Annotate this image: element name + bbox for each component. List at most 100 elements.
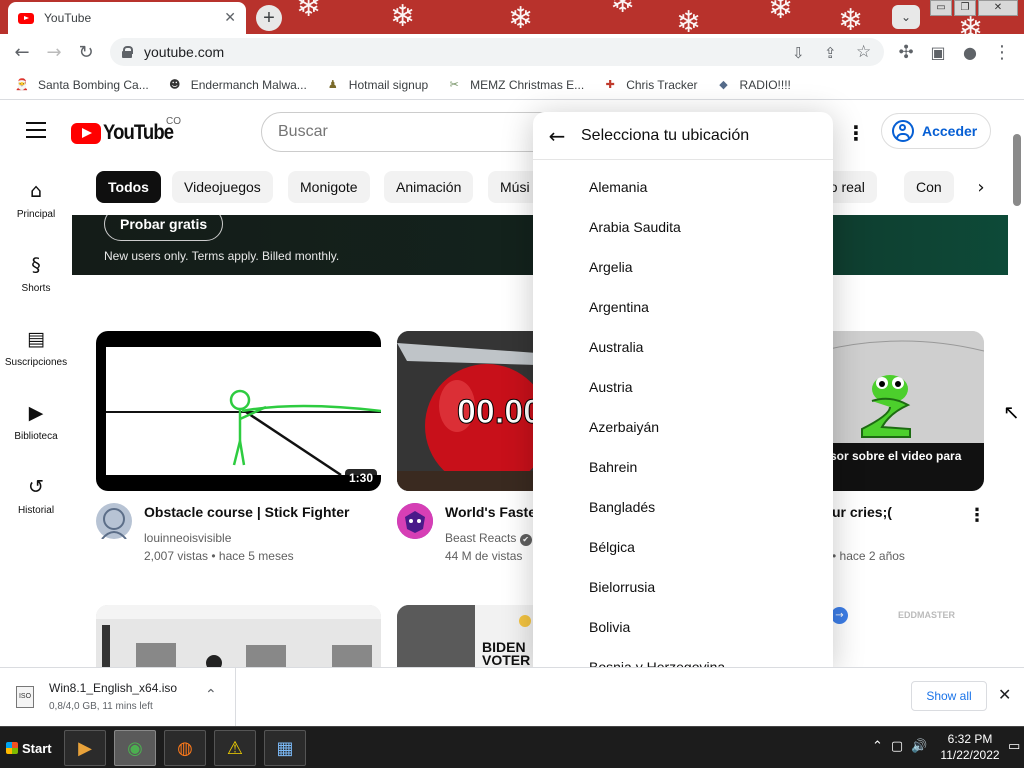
video-thumbnail[interactable]: BIDEN VOTER (397, 605, 537, 667)
close-window-button[interactable]: ✕ (978, 0, 1018, 16)
bookmark-item[interactable]: ♟ Hotmail signup (325, 77, 428, 93)
new-tab-button[interactable]: + (256, 5, 282, 31)
tab-search-button[interactable]: ⌄ (892, 5, 920, 29)
country-option[interactable]: Bolivia (589, 619, 630, 635)
country-option[interactable]: Alemania (589, 179, 647, 195)
tab-close-icon[interactable]: ✕ (224, 10, 236, 26)
country-option[interactable]: Austria (589, 379, 633, 395)
download-item[interactable]: ISO Win8.1_English_x64.iso 0,8/4,0 GB, 1… (0, 668, 236, 726)
gym-thumbnail-image (96, 605, 381, 667)
video-title[interactable]: World's Fastes (445, 504, 544, 520)
filter-chip[interactable]: Videojuegos (172, 171, 273, 203)
network-icon[interactable]: ▢ (891, 739, 903, 754)
install-app-icon[interactable]: ⇩ (792, 44, 805, 62)
address-bar[interactable]: youtube.com ⇩ ⇪ ☆ (110, 38, 884, 66)
channel-avatar[interactable] (96, 503, 132, 540)
browser-tab-youtube[interactable]: YouTube ✕ (8, 2, 246, 34)
bookmarks-bar: 🎅 Santa Bombing Ca... ☻ Endermanch Malwa...… (0, 70, 1024, 100)
browser-menu-icon[interactable]: ⋮ (990, 40, 1014, 64)
try-free-button[interactable]: Probar gratis (104, 215, 224, 241)
channel-avatar[interactable] (397, 503, 433, 539)
bookmark-label: Endermanch Malwa... (190, 77, 307, 92)
profile-icon[interactable]: ● (958, 40, 982, 64)
location-menu: ← Selecciona tu ubicación Alemania Arabia… (533, 112, 833, 668)
youtube-logo[interactable]: YouTube CO (71, 116, 183, 145)
bookmark-star-icon[interactable]: ☆ (856, 42, 871, 62)
firefox-icon[interactable]: ◍ (164, 730, 206, 766)
watermark-text: EDDMASTER (898, 610, 956, 620)
show-all-button[interactable]: Show all (911, 681, 987, 711)
close-download-bar-icon[interactable]: ✕ (998, 685, 1011, 704)
bookmark-item[interactable]: ✂ MEMZ Christmas E... (446, 77, 585, 93)
chevron-right-icon[interactable]: › (966, 172, 996, 202)
video-thumbnail[interactable]: sor sobre el video para (820, 331, 984, 491)
bookmark-label: MEMZ Christmas E... (470, 77, 585, 92)
scrollbar-thumb[interactable] (1013, 134, 1021, 206)
back-arrow-icon[interactable]: ← (545, 124, 569, 148)
filter-chip[interactable]: Animación (384, 171, 474, 203)
filter-chip[interactable]: Todos (96, 171, 161, 203)
nav-item-biblioteca[interactable]: ▶ Biblioteca (0, 401, 72, 442)
bookmark-label: Chris Tracker (626, 77, 698, 92)
country-option[interactable]: Bangladés (589, 499, 655, 515)
chrome-icon[interactable]: ◉ (114, 730, 156, 766)
banner-note: New users only. Terms apply. Billed mont… (104, 249, 340, 263)
channel-name[interactable]: louinneoisvisible (144, 531, 231, 545)
start-button[interactable]: Start (2, 732, 54, 764)
hover-hint-text: sor sobre el video para (830, 449, 962, 463)
bookmark-item[interactable]: 🎅 Santa Bombing Ca... (14, 77, 149, 93)
sign-in-button[interactable]: Acceder (881, 113, 991, 149)
snowflake-decoration: ❄ (610, 0, 636, 20)
control-panel-icon[interactable]: ▦ (264, 730, 306, 766)
extensions-icon[interactable]: ✣ (894, 40, 918, 64)
bookmark-favicon-icon: 🎅 (15, 77, 29, 91)
nav-item-suscripciones[interactable]: ▤ Suscripciones (0, 327, 72, 368)
search-input[interactable]: Buscar (261, 112, 561, 152)
video-more-icon[interactable]: ⋮ (968, 505, 986, 526)
maximize-button[interactable]: ❐ (954, 0, 976, 16)
nav-item-shorts[interactable]: § Shorts (0, 253, 72, 294)
minimize-button[interactable]: ▭ (930, 0, 952, 16)
reload-button[interactable]: ↻ (74, 40, 98, 64)
explorer-warning-icon[interactable]: ⚠ (214, 730, 256, 766)
share-icon[interactable]: ⇪ (824, 44, 837, 62)
video-thumbnail[interactable]: 00.00 (397, 331, 537, 491)
bookmark-favicon-icon: ✚ (605, 77, 615, 91)
video-thumbnail[interactable]: 1:30 (96, 331, 381, 491)
chevron-up-icon[interactable]: ⌃ (205, 687, 217, 703)
country-option[interactable]: Argentina (589, 299, 649, 315)
filter-chip[interactable]: Monigote (288, 171, 370, 203)
system-clock[interactable]: 6:32 PM 11/22/2022 (935, 731, 1005, 763)
bookmark-item[interactable]: ◆ RADIO!!!! (716, 77, 791, 93)
green-creature-thumbnail-image (820, 331, 984, 491)
side-panel-icon[interactable]: ▣ (926, 40, 950, 64)
country-option[interactable]: Bélgica (589, 539, 635, 555)
show-hidden-icons-icon[interactable]: ⌃ (872, 739, 883, 754)
country-option[interactable]: Azerbaiyán (589, 419, 659, 435)
back-button[interactable]: ← (10, 40, 34, 64)
download-filename: Win8.1_English_x64.iso (49, 681, 178, 695)
media-player-icon[interactable]: ▶ (64, 730, 106, 766)
location-menu-title: Selecciona tu ubicación (581, 127, 750, 144)
volume-icon[interactable]: 🔊 (911, 739, 927, 754)
hamburger-menu-icon[interactable] (26, 122, 46, 138)
forward-button[interactable]: → (42, 40, 66, 64)
video-title[interactable]: Obstacle course | Stick Fighter (144, 504, 349, 520)
channel-name[interactable]: Beast Reacts ✔ (445, 531, 532, 546)
settings-more-icon[interactable]: ⋮ (846, 121, 866, 145)
country-option[interactable]: Bahrein (589, 459, 637, 475)
country-option[interactable]: Argelia (589, 259, 633, 275)
nav-item-principal[interactable]: ⌂ Principal (0, 179, 72, 220)
bookmark-item[interactable]: ✚ Chris Tracker (602, 77, 698, 93)
filter-chip[interactable]: Con (904, 171, 954, 203)
video-thumbnail[interactable] (96, 605, 381, 667)
country-option[interactable]: Arabia Saudita (589, 219, 681, 235)
video-title[interactable]: ur cries;( (832, 504, 892, 520)
action-center-icon[interactable]: ▭ (1008, 739, 1020, 754)
bookmark-item[interactable]: ☻ Endermanch Malwa... (167, 77, 307, 93)
country-option[interactable]: Bielorrusia (589, 579, 655, 595)
lock-icon[interactable] (122, 46, 133, 58)
country-option[interactable]: Australia (589, 339, 643, 355)
nav-item-historial[interactable]: ↺ Historial (0, 475, 72, 516)
upload-age: hace 5 meses (218, 549, 294, 563)
